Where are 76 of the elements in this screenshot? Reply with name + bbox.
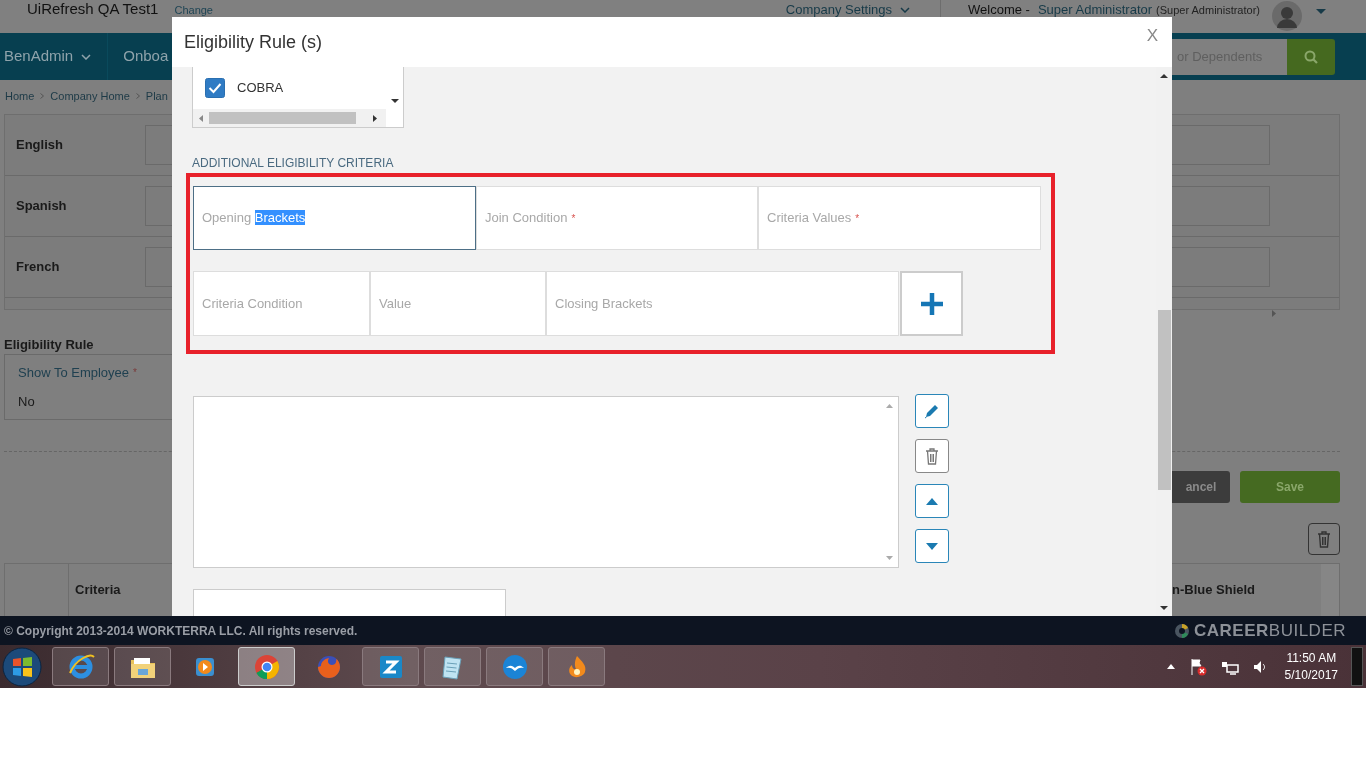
input-field[interactable]: Value [370,271,546,336]
company-settings-link[interactable]: Company Settings [785,2,892,17]
trash-icon [1317,530,1331,548]
move-down-button[interactable] [915,529,949,563]
scroll-down-icon[interactable] [390,99,399,103]
browser-icon [252,652,281,681]
user-role: (Super Administrator) [1156,3,1260,18]
search-icon [1304,49,1318,64]
show-desktop-button[interactable] [1351,647,1363,686]
chevron-right-icon [40,93,45,100]
section-heading: Eligibility Rule [3,337,94,352]
user-name-link[interactable]: Super Administrator [1037,2,1153,17]
modal-title: Eligibility Rule (s) [184,30,323,54]
column-header: n-Blue Shield [1172,581,1257,599]
input-field[interactable]: Criteria Values * [758,186,1041,250]
caret-down-icon [926,542,938,550]
delete-button[interactable] [1308,523,1340,555]
chevron-down-icon [900,6,910,13]
nav-menu-item[interactable]: Onboa [108,33,169,80]
taskbar-button[interactable] [362,647,419,686]
language-label: French [15,258,61,277]
checkbox-option[interactable]: COBRA [193,67,386,98]
column-header: Criteria [74,581,121,599]
pencil-icon [924,403,940,419]
change-link[interactable]: Change [174,4,213,16]
search-button[interactable] [1287,38,1335,75]
input-field[interactable]: Opening Brackets [193,186,476,250]
welcome-text: Welcome - [968,2,1030,17]
close-button[interactable]: X [1146,23,1158,49]
scroll-left-icon[interactable] [199,114,203,122]
taskbar-button[interactable] [52,647,109,686]
checkbox[interactable] [205,78,225,98]
logo-icon [1174,622,1190,639]
cancel-button[interactable]: ancel [1172,471,1230,503]
taskbar-button[interactable] [424,647,481,686]
brand-name: CAREERBUILDER [1194,619,1346,642]
edit-button[interactable] [915,394,949,428]
breadcrumb-link[interactable]: Company Home [50,88,130,105]
section-heading: ADDITIONAL ELIGIBILITY CRITERIA [192,156,395,170]
trash-icon [925,447,939,465]
breadcrumb-link[interactable]: Plan [145,88,168,105]
scroll-right-icon[interactable] [373,114,377,122]
input-field[interactable]: Join Condition * [476,186,758,250]
input-field[interactable]: Closing Brackets [546,271,899,336]
start-button[interactable] [2,646,42,687]
field-value: No [18,392,36,411]
scroll-up-icon[interactable] [1160,74,1168,78]
plus-icon [919,291,944,316]
caret-down-icon[interactable] [1316,9,1326,14]
taskbar-button[interactable] [114,647,171,686]
chevron-down-icon [81,53,92,60]
avatar-icon[interactable] [1272,1,1302,31]
browser-icon [66,652,95,681]
language-label: Spanish [15,197,68,216]
delete-button[interactable] [915,439,949,473]
required-marker: * [133,366,137,381]
speaker-icon[interactable] [1252,659,1267,674]
app-title: UiRefresh QA Test1 [27,1,159,16]
scroll-down-icon[interactable] [1160,606,1168,610]
gull-icon [500,652,529,681]
chevron-right-icon [135,93,140,100]
breadcrumb-link[interactable]: Home [5,88,35,105]
add-button[interactable] [900,271,963,336]
nav-menu-item[interactable]: BenAdmin [0,33,109,80]
clock[interactable]: 11:50 AM 5/10/2017 [1284,649,1338,684]
language-label: English [15,136,64,155]
field-label: Show To Employee [18,364,130,382]
show-hidden-icon[interactable] [1166,664,1175,669]
input-field[interactable]: Criteria Condition [193,271,370,336]
scrollbar-thumb[interactable] [1157,310,1171,490]
caret-up-icon [926,497,938,505]
scrollbar-thumb[interactable] [209,112,356,124]
copyright-text: © Copyright 2013-2014 WORKTERRA LLC. All rights reserved. [4,622,358,640]
flag-icon[interactable] [1188,657,1207,676]
move-up-button[interactable] [915,484,949,518]
save-button[interactable]: Save [1240,471,1340,503]
